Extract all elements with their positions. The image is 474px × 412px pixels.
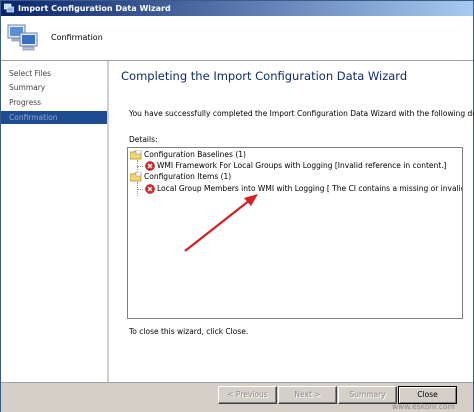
nav-item-confirmation[interactable]: Confirmation [1,111,107,124]
next-button[interactable]: Next > [278,386,337,404]
tree-node-baseline-item[interactable]: WMI Framework For Local Groups with Logg… [157,160,447,171]
window-title: Import Configuration Data Wizard [18,4,171,13]
tree-node-config-item[interactable]: Local Group Members into WMI with Loggin… [157,183,462,194]
nav-item-progress[interactable]: Progress [1,96,107,109]
summary-button[interactable]: Summary [338,386,397,404]
details-label: Details: [129,135,158,144]
computers-icon [7,24,38,51]
tree-connector [137,166,143,167]
details-tree[interactable]: Configuration Baselines (1) WMI Framewor… [127,147,463,319]
watermark: www.eskonr.com [392,402,455,411]
tree-node-baselines[interactable]: Configuration Baselines (1) [144,149,246,160]
previous-button[interactable]: < Previous [218,386,277,404]
close-hint: To close this wizard, click Close. [129,327,249,336]
folder-icon [130,172,142,182]
tree-node-config-items[interactable]: Configuration Items (1) [144,171,231,182]
error-icon [145,184,155,194]
page-name: Confirmation [51,33,103,42]
title-bar[interactable]: Import Configuration Data Wizard [1,1,473,16]
folder-icon [130,150,142,160]
success-message: You have successfully completed the Impo… [129,109,474,118]
error-icon [145,161,155,171]
nav-item-summary[interactable]: Summary [1,81,107,94]
wizard-nav: Select Files Summary Progress Confirmati… [1,61,107,382]
wizard-icon [4,3,14,13]
wizard-window: Import Configuration Data Wizard Confirm… [0,0,474,412]
wizard-content: Completing the Import Configuration Data… [109,61,474,382]
tree-connector [137,189,143,190]
wizard-header: Confirmation [1,16,473,61]
nav-item-select-files[interactable]: Select Files [1,67,107,80]
page-title: Completing the Import Configuration Data… [121,69,408,83]
